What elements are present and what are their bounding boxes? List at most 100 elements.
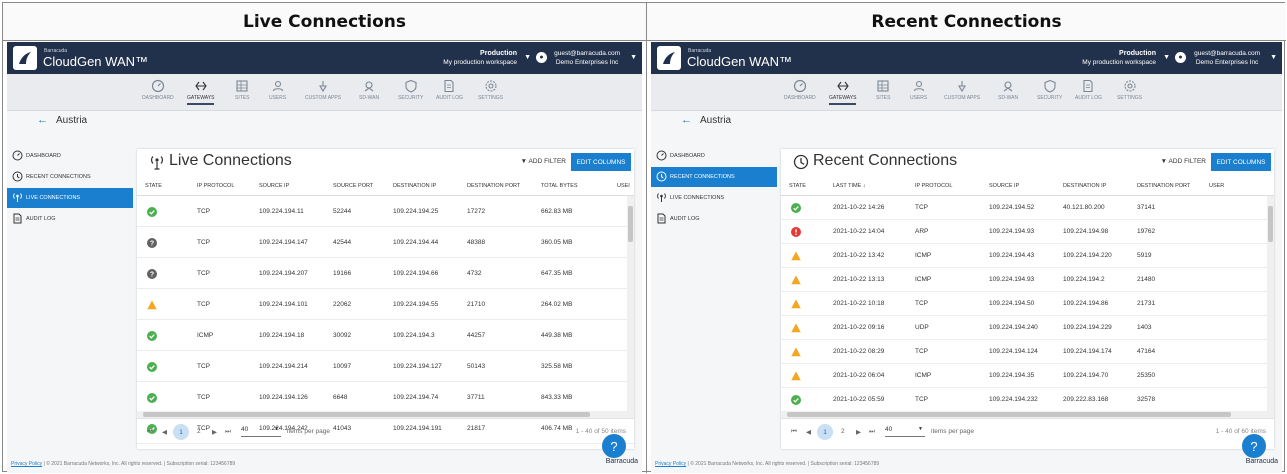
nav-item-users[interactable]: USERS xyxy=(269,79,286,101)
column-header[interactable]: DESTINATION PORT xyxy=(467,183,520,189)
table-row[interactable]: TCP 109.224.194.214 10097 109.224.194.127 50… xyxy=(137,351,634,382)
table-row[interactable]: 2021-10-22 14:26 TCP 109.224.194.52 40.121.… xyxy=(781,196,1274,220)
table-row[interactable]: 2021-10-22 05:59 TCP 109.224.194.232 209.22… xyxy=(781,388,1274,412)
table-row[interactable]: 2021-10-22 06:04 ICMP 109.224.194.35 109.22… xyxy=(781,364,1274,388)
workspace-caret-icon[interactable]: ▼ xyxy=(524,54,531,61)
column-header[interactable]: IP PROTOCOL xyxy=(915,183,952,189)
workspace-selector[interactable]: Production My production workspace xyxy=(443,49,517,67)
privacy-policy-link[interactable]: Privacy Policy xyxy=(655,461,686,467)
nav-item-settings[interactable]: SETTINGS xyxy=(1117,79,1142,101)
edit-columns-button[interactable]: EDIT COLUMNS xyxy=(1211,153,1271,171)
sidebar-item-live-signal[interactable]: LIVE CONNECTIONS xyxy=(651,188,777,208)
last-page-icon[interactable]: ⏭ xyxy=(869,428,875,436)
table-row[interactable]: ? TCP 109.224.194.147 42544 109.224.194.44 48… xyxy=(137,227,634,258)
column-header[interactable]: USEI xyxy=(617,183,630,189)
table-row[interactable]: ICMP 109.224.194.18 30092 109.224.194.3 4425… xyxy=(137,320,634,351)
sidebar-item-history[interactable]: RECENT CONNECTIONS xyxy=(7,167,133,187)
last-page-icon[interactable]: ⏭ xyxy=(225,428,231,436)
account-icon[interactable]: ● xyxy=(1175,52,1186,63)
user-caret-icon[interactable]: ▼ xyxy=(630,54,637,61)
scrollbar-thumb[interactable] xyxy=(628,206,633,242)
table-row[interactable]: 2021-10-22 10:18 TCP 109.224.194.50 109.224… xyxy=(781,292,1274,316)
user-menu[interactable]: guest@barracuda.com Demo Enterprises Inc xyxy=(1194,49,1260,67)
nav-item-sites[interactable]: SITES xyxy=(876,79,890,101)
user-caret-icon[interactable]: ▼ xyxy=(1270,54,1277,61)
column-header[interactable]: SOURCE PORT xyxy=(333,183,373,189)
column-header[interactable]: USER xyxy=(1209,183,1224,189)
scrollbar-thumb[interactable] xyxy=(143,412,591,417)
account-icon[interactable]: ● xyxy=(536,52,547,63)
column-header[interactable]: DESTINATION IP xyxy=(393,183,436,189)
column-header[interactable]: STATE xyxy=(145,183,162,189)
nav-item-sites[interactable]: SITES xyxy=(235,79,249,101)
nav-item-dashboard[interactable]: DASHBOARD xyxy=(142,79,174,101)
workspace-caret-icon[interactable]: ▼ xyxy=(1163,54,1170,61)
edit-columns-button[interactable]: EDIT COLUMNS xyxy=(571,153,631,171)
workspace-selector[interactable]: Production My production workspace xyxy=(1082,49,1156,67)
page-1-button[interactable]: 1 xyxy=(817,424,833,440)
column-header[interactable]: DESTINATION IP xyxy=(1063,183,1106,189)
sidebar-item-dashboard[interactable]: DASHBOARD xyxy=(7,146,133,166)
add-filter-button[interactable]: ▼ ADD FILTER xyxy=(521,158,566,165)
help-button[interactable]: ? xyxy=(1242,434,1266,458)
nav-item-audit-log[interactable]: AUDIT LOG xyxy=(436,79,463,101)
items-per-page-select[interactable]: 40 ▼ xyxy=(885,426,925,437)
table-row[interactable]: 2021-10-22 14:04 ARP 109.224.194.93 109.224… xyxy=(781,220,1274,244)
horizontal-scrollbar[interactable] xyxy=(137,411,634,418)
column-header[interactable]: DESTINATION PORT xyxy=(1137,183,1190,189)
nav-item-security[interactable]: SECURITY xyxy=(1037,79,1062,101)
sidebar-item-audit-log[interactable]: AUDIT LOG xyxy=(7,209,133,229)
table-row[interactable]: TCP 109.224.194.126 6648 109.224.194.74 3771… xyxy=(137,382,634,413)
help-button[interactable]: ? xyxy=(602,434,626,458)
nav-item-gateways[interactable]: GATEWAYS xyxy=(187,79,214,105)
nav-item-audit-log[interactable]: AUDIT LOG xyxy=(1075,79,1102,101)
scrollbar-thumb[interactable] xyxy=(1268,206,1273,242)
nav-item-dashboard[interactable]: DASHBOARD xyxy=(784,79,816,101)
horizontal-scrollbar[interactable] xyxy=(781,411,1274,418)
column-header[interactable]: STATE xyxy=(789,183,806,189)
sidebar-item-dashboard[interactable]: DASHBOARD xyxy=(651,146,777,166)
table-row[interactable]: 2021-10-22 13:42 ICMP 109.224.194.43 109.22… xyxy=(781,244,1274,268)
table-row[interactable]: ? TCP 109.224.194.207 19166 109.224.194.66 47… xyxy=(137,258,634,289)
nav-item-security[interactable]: SECURITY xyxy=(398,79,423,101)
recent-connections-card: Recent Connections ▼ ADD FILTER EDIT COLUM… xyxy=(781,149,1274,449)
nav-item-gateways[interactable]: GATEWAYS xyxy=(829,79,856,105)
vertical-scrollbar[interactable] xyxy=(627,196,634,411)
page-2-button[interactable]: 2 xyxy=(197,428,201,435)
add-filter-button[interactable]: ▼ ADD FILTER xyxy=(1161,158,1206,165)
table-row[interactable]: 2021-10-22 09:16 UDP 109.224.194.240 109.22… xyxy=(781,316,1274,340)
column-header[interactable]: SOURCE IP xyxy=(259,183,289,189)
privacy-policy-link[interactable]: Privacy Policy xyxy=(11,461,42,467)
table-row[interactable]: TCP 109.224.194.11 52244 109.224.194.25 1727… xyxy=(137,196,634,227)
scrollbar-thumb[interactable] xyxy=(787,412,1231,417)
next-page-icon[interactable]: ▶ xyxy=(856,428,861,436)
prev-page-icon[interactable]: ◀ xyxy=(162,428,167,436)
nav-item-sd-wan[interactable]: SD-WAN xyxy=(359,79,379,101)
user-menu[interactable]: guest@barracuda.com Demo Enterprises Inc xyxy=(554,49,620,67)
column-header[interactable]: SOURCE IP xyxy=(989,183,1019,189)
first-page-icon[interactable]: ⏮ xyxy=(147,428,153,436)
sidebar-item-audit-log[interactable]: AUDIT LOG xyxy=(651,209,777,229)
nav-item-users[interactable]: USERS xyxy=(910,79,927,101)
vertical-scrollbar[interactable] xyxy=(1267,196,1274,411)
sidebar-item-history[interactable]: RECENT CONNECTIONS xyxy=(651,167,777,187)
nav-item-custom-apps[interactable]: CUSTOM APPS xyxy=(305,79,341,101)
prev-page-icon[interactable]: ◀ xyxy=(806,428,811,436)
column-header[interactable]: TOTAL BYTES xyxy=(541,183,578,189)
page-1-button[interactable]: 1 xyxy=(173,424,189,440)
page-2-button[interactable]: 2 xyxy=(841,428,845,435)
nav-item-settings[interactable]: SETTINGS xyxy=(478,79,503,101)
sidebar-item-live-signal[interactable]: LIVE CONNECTIONS xyxy=(7,188,133,208)
column-header[interactable]: LAST TIME ↓ xyxy=(833,183,866,189)
first-page-icon[interactable]: ⏮ xyxy=(791,428,797,436)
items-per-page-select[interactable]: 40 ▼ xyxy=(241,426,281,437)
column-header[interactable]: IP PROTOCOL xyxy=(197,183,234,189)
nav-item-custom-apps[interactable]: CUSTOM APPS xyxy=(944,79,980,101)
table-row[interactable]: 2021-10-22 08:29 TCP 109.224.194.124 109.22… xyxy=(781,340,1274,364)
back-link[interactable]: ← Austria xyxy=(37,114,87,126)
nav-item-sd-wan[interactable]: SD-WAN xyxy=(998,79,1018,101)
table-row[interactable]: TCP 109.224.194.101 22062 109.224.194.55 217… xyxy=(137,289,634,320)
back-link[interactable]: ← Austria xyxy=(681,114,731,126)
table-row[interactable]: 2021-10-22 13:13 ICMP 109.224.194.93 109.22… xyxy=(781,268,1274,292)
next-page-icon[interactable]: ▶ xyxy=(212,428,217,436)
